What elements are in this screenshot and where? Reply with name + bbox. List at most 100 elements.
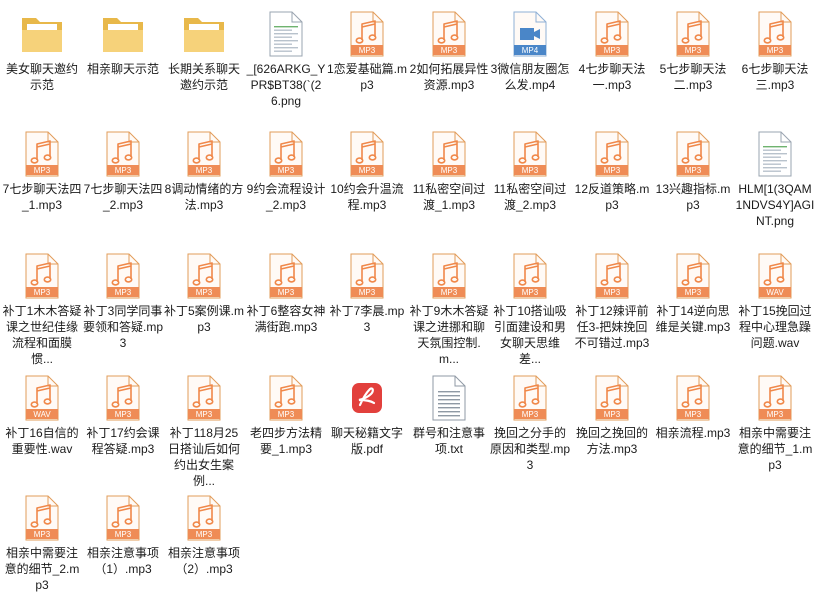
- file-item[interactable]: MP3 11私密空间过渡_2.mp3: [490, 128, 570, 213]
- file-item[interactable]: _[626ARKG_YPR$BT38(`(26.png: [246, 8, 326, 109]
- file-type-badge: MP3: [441, 288, 458, 297]
- music-file-icon: MP3: [262, 252, 310, 300]
- file-name-label: 11私密空间过渡_2.mp3: [493, 182, 567, 212]
- file-item[interactable]: MP3 5七步聊天法二.mp3: [653, 8, 733, 93]
- file-name-label: 长期关系聊天邀约示范: [167, 62, 240, 92]
- file-item[interactable]: MP3 2如何拓展异性资源.mp3: [409, 8, 489, 93]
- folder-icon: [99, 10, 147, 58]
- file-item[interactable]: MP3 补丁3同学同事要领和答疑.mp3: [83, 250, 163, 351]
- file-item[interactable]: 群号和注意事项.txt: [409, 372, 489, 457]
- file-name-label: 补丁5案例课.mp3: [164, 304, 244, 334]
- file-item[interactable]: MP3 9约会流程设计_2.mp3: [246, 128, 326, 213]
- file-item[interactable]: MP3 7七步聊天法四_1.mp3: [2, 128, 82, 213]
- file-name-label: HLM[1(3QAM1NDVS4Y]AGINT.png: [735, 182, 815, 228]
- file-grid: 美女聊天邀约示范 相亲聊天示范 长期关系聊天邀约示范 _[626ARKG_YPR$BT…: [0, 0, 815, 612]
- music-file-icon: MP3: [751, 10, 799, 58]
- file-item[interactable]: MP3 1恋爱基础篇.mp3: [327, 8, 407, 93]
- file-item[interactable]: MP3 挽回之分手的原因和类型.mp3: [490, 372, 570, 473]
- file-item[interactable]: MP3 补丁9木木答疑课之进挪和聊天氛围控制.m...: [409, 250, 489, 367]
- file-item[interactable]: MP3 4七步聊天法一.mp3: [572, 8, 652, 93]
- file-name-label: 相亲注意事项（1）.mp3: [86, 546, 159, 576]
- file-item[interactable]: MP3 11私密空间过渡_1.mp3: [409, 128, 489, 213]
- file-item[interactable]: MP3 相亲注意事项（2）.mp3: [164, 492, 244, 577]
- file-item[interactable]: MP3 相亲中需要注意的细节_2.mp3: [2, 492, 82, 593]
- file-type-badge: MP3: [685, 410, 702, 419]
- file-name-label: 补丁7李晨.mp3: [329, 304, 405, 334]
- music-file-icon: MP3: [262, 374, 310, 422]
- file-item[interactable]: MP3 8调动情绪的方法.mp3: [164, 128, 244, 213]
- file-item[interactable]: MP3 老四步方法精要_1.mp3: [246, 372, 326, 457]
- file-item[interactable]: MP3 补丁10搭讪吸引面建设和男女聊天思维差...: [490, 250, 570, 367]
- file-item[interactable]: MP4 3微信朋友圈怎么发.mp4: [490, 8, 570, 93]
- file-name-label: 11私密空间过渡_1.mp3: [412, 182, 486, 212]
- file-type-badge: MP3: [196, 166, 213, 175]
- file-type-badge: WAV: [33, 410, 51, 419]
- file-item[interactable]: MP3 10约会升温流程.mp3: [327, 128, 407, 213]
- file-type-badge: MP3: [278, 288, 295, 297]
- file-item[interactable]: MP3 13兴趣指标.mp3: [653, 128, 733, 213]
- file-item[interactable]: 美女聊天邀约示范: [2, 8, 82, 93]
- file-name-label: 补丁15挽回过程中心理急躁问题.wav: [738, 304, 812, 350]
- file-name-label: 补丁3同学同事要领和答疑.mp3: [83, 304, 163, 350]
- file-item[interactable]: MP3 挽回之挽回的方法.mp3: [572, 372, 652, 457]
- file-name-label: 13兴趣指标.mp3: [655, 182, 731, 212]
- file-item[interactable]: MP3 补丁1木木答疑课之世纪佳缘流程和面膜惯...: [2, 250, 82, 367]
- file-type-badge: MP3: [196, 288, 213, 297]
- file-type-badge: MP3: [441, 46, 458, 55]
- file-type-badge: MP3: [604, 166, 621, 175]
- file-item[interactable]: MP3 相亲中需要注意的细节_1.mp3: [735, 372, 815, 473]
- file-item[interactable]: MP3 补丁17约会课程答疑.mp3: [83, 372, 163, 457]
- file-type-badge: MP3: [278, 166, 295, 175]
- file-type-badge: MP3: [522, 288, 539, 297]
- file-name-label: 8调动情绪的方法.mp3: [164, 182, 244, 212]
- file-item[interactable]: WAV 补丁16自信的重要性.wav: [2, 372, 82, 457]
- music-file-icon: MP3: [669, 252, 717, 300]
- file-item[interactable]: 聊天秘籍文字版.pdf: [327, 372, 407, 457]
- music-file-icon: MP3: [588, 374, 636, 422]
- file-name-label: 聊天秘籍文字版.pdf: [330, 426, 403, 456]
- file-item[interactable]: MP3 补丁12辣评前任3-把妹挽回不可错过.mp3: [572, 250, 652, 351]
- file-name-label: 相亲流程.mp3: [655, 426, 731, 440]
- file-item[interactable]: WAV 补丁15挽回过程中心理急躁问题.wav: [735, 250, 815, 351]
- file-name-label: 7七步聊天法四_1.mp3: [2, 182, 82, 212]
- file-name-label: 补丁1木木答疑课之世纪佳缘流程和面膜惯...: [2, 304, 82, 366]
- file-item[interactable]: 相亲聊天示范: [83, 8, 163, 77]
- file-name-label: 补丁10搭讪吸引面建设和男女聊天思维差...: [493, 304, 567, 366]
- file-type-badge: MP3: [196, 410, 213, 419]
- file-item[interactable]: HLM[1(3QAM1NDVS4Y]AGINT.png: [735, 128, 815, 229]
- file-name-label: 补丁6整容女神满街跑.mp3: [246, 304, 326, 334]
- file-type-badge: MP3: [34, 166, 51, 175]
- file-item[interactable]: MP3 补丁5案例课.mp3: [164, 250, 244, 335]
- file-name-label: 2如何拓展异性资源.mp3: [409, 62, 489, 92]
- file-item[interactable]: MP3 补丁14逆向思维是关键.mp3: [653, 250, 733, 335]
- file-name-label: 老四步方法精要_1.mp3: [249, 426, 322, 456]
- music-file-icon: MP3: [751, 374, 799, 422]
- pdf-file-icon: [343, 374, 391, 422]
- file-type-badge: MP3: [359, 288, 376, 297]
- music-file-icon: MP3: [180, 252, 228, 300]
- music-file-icon: MP3: [506, 252, 554, 300]
- file-item[interactable]: MP3 补丁6整容女神满街跑.mp3: [246, 250, 326, 335]
- file-item[interactable]: MP3 补丁7李晨.mp3: [327, 250, 407, 335]
- music-file-icon: MP3: [18, 494, 66, 542]
- file-item[interactable]: MP3 7七步聊天法四_2.mp3: [83, 128, 163, 213]
- file-item[interactable]: MP3 相亲流程.mp3: [653, 372, 733, 441]
- file-type-badge: MP3: [604, 288, 621, 297]
- file-item[interactable]: MP3 补丁118月25日搭讪后如何约出女生案例...: [164, 372, 244, 489]
- music-file-icon: MP3: [588, 252, 636, 300]
- music-file-icon: MP3: [262, 130, 310, 178]
- file-item[interactable]: 长期关系聊天邀约示范: [164, 8, 244, 93]
- file-type-badge: MP3: [115, 166, 132, 175]
- file-item[interactable]: MP3 相亲注意事项（1）.mp3: [83, 492, 163, 577]
- folder-icon: [180, 10, 228, 58]
- music-file-icon: MP3: [425, 130, 473, 178]
- music-file-icon: MP3: [506, 130, 554, 178]
- file-type-badge: MP3: [685, 288, 702, 297]
- music-file-icon: MP3: [669, 130, 717, 178]
- file-item[interactable]: MP3 12反道策略.mp3: [572, 128, 652, 213]
- file-item[interactable]: MP3 6七步聊天法三.mp3: [735, 8, 815, 93]
- file-name-label: 补丁12辣评前任3-把妹挽回不可错过.mp3: [574, 304, 650, 350]
- file-name-label: 9约会流程设计_2.mp3: [246, 182, 326, 212]
- file-name-label: 补丁17约会课程答疑.mp3: [86, 426, 160, 456]
- music-file-icon: MP3: [180, 130, 228, 178]
